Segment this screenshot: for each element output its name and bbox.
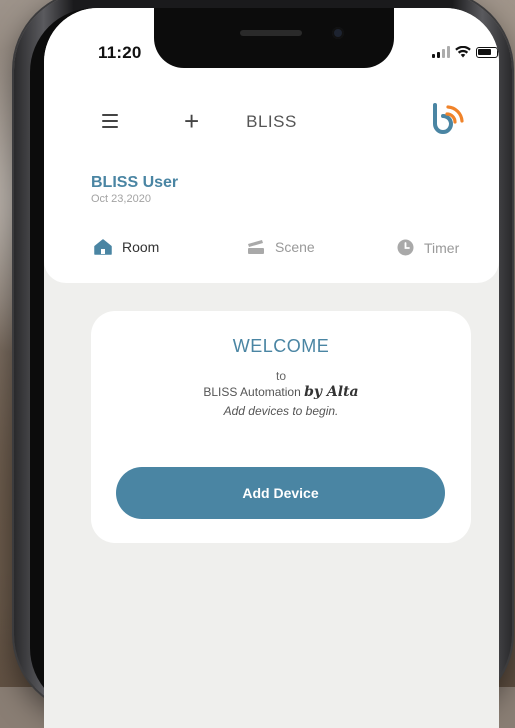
bliss-logo-icon bbox=[433, 103, 464, 134]
phone-notch bbox=[154, 8, 394, 68]
status-time: 11:20 bbox=[98, 43, 142, 62]
tab-timer-label: Timer bbox=[424, 239, 460, 256]
home-icon bbox=[94, 239, 112, 255]
battery-icon bbox=[476, 46, 498, 58]
tab-room-label: Room bbox=[122, 239, 160, 255]
wifi-icon bbox=[455, 46, 471, 58]
phone-screen: 11:20 + BLISS BLISS User Oct 23,2020 Roo… bbox=[44, 8, 499, 728]
phone-frame: 11:20 + BLISS BLISS User Oct 23,2020 Roo… bbox=[14, 0, 512, 728]
status-icons bbox=[432, 44, 498, 60]
scene-icon bbox=[248, 240, 264, 254]
speaker-grille bbox=[240, 30, 302, 36]
user-name: BLISS User bbox=[91, 174, 179, 191]
welcome-title: WELCOME bbox=[232, 336, 330, 356]
welcome-subtitle: Add devices to begin. bbox=[223, 404, 339, 418]
user-date: Oct 23,2020 bbox=[91, 193, 151, 205]
welcome-to: to bbox=[275, 369, 286, 383]
cellular-signal-icon bbox=[432, 46, 450, 58]
by-alta-label: by Alta bbox=[304, 384, 359, 400]
front-camera bbox=[332, 27, 344, 39]
add-device-button[interactable]: Add Device bbox=[116, 467, 445, 519]
tab-scene-label: Scene bbox=[275, 239, 315, 255]
welcome-card: WELCOME to BLISS Automation by Alta Add … bbox=[91, 311, 471, 543]
product-name: BLISS Automation bbox=[203, 385, 301, 399]
tab-timer[interactable]: Timer bbox=[397, 239, 459, 256]
tab-scene[interactable]: Scene bbox=[247, 239, 315, 255]
clock-icon bbox=[397, 239, 414, 256]
tab-room[interactable]: Room bbox=[94, 239, 159, 255]
welcome-product-line: BLISS Automation by Alta bbox=[91, 384, 471, 400]
